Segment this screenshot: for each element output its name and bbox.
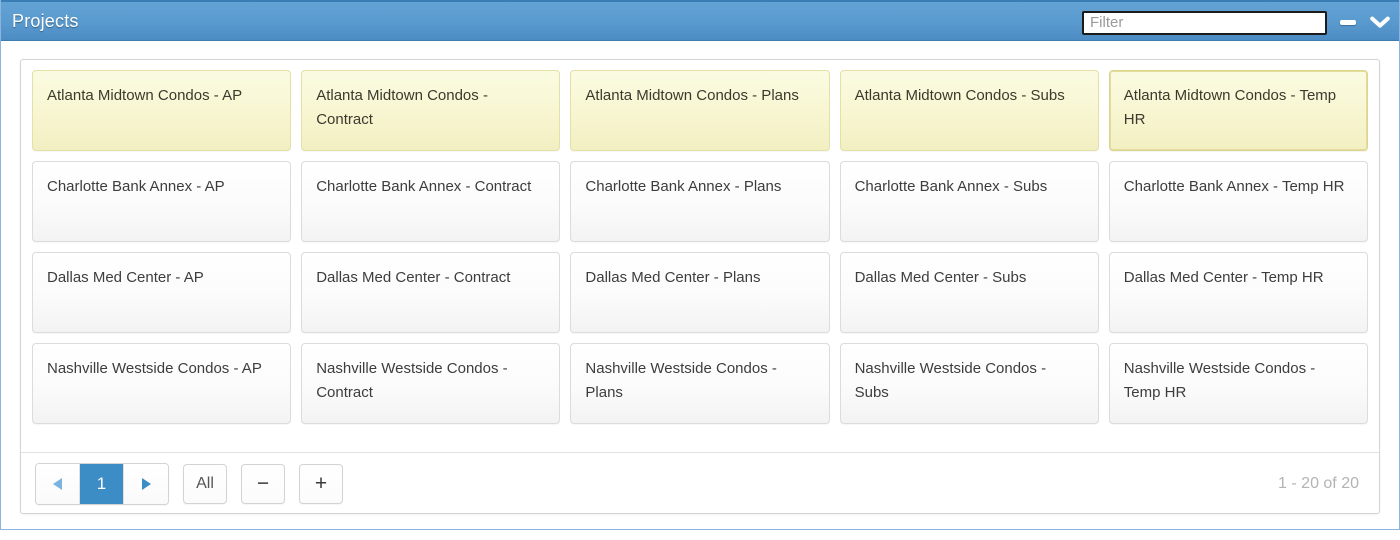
collapse-button[interactable] — [1369, 11, 1391, 35]
project-card[interactable]: Dallas Med Center - AP — [32, 252, 292, 333]
project-card-label: Dallas Med Center - Temp HR — [1123, 269, 1324, 286]
pager-toolbar: 1 All − + 1 - 20 of 20 — [21, 453, 1379, 514]
title-bar: Projects — [1, 0, 1399, 41]
triangle-right-icon — [141, 477, 151, 490]
project-card[interactable]: Nashville Westside Condos - AP — [32, 343, 292, 424]
page-title: Projects — [12, 10, 79, 31]
project-card-label: Nashville Westside Condos - AP — [47, 360, 262, 377]
project-card[interactable]: Charlotte Bank Annex - AP — [32, 161, 292, 242]
project-card[interactable]: Atlanta Midtown Condos - AP — [32, 70, 292, 151]
chevron-down-icon — [1370, 16, 1390, 28]
projects-window-root: Projects Atlanta Midtown Condos - APAtla… — [0, 0, 1400, 540]
project-card[interactable]: Dallas Med Center - Contract — [301, 252, 561, 333]
project-card-label: Charlotte Bank Annex - Plans — [585, 178, 782, 195]
project-card[interactable]: Nashville Westside Condos - Temp HR — [1108, 343, 1368, 424]
project-card-label: Atlanta Midtown Condos - AP — [47, 87, 243, 104]
project-card[interactable]: Dallas Med Center - Temp HR — [1108, 252, 1368, 333]
project-card-label: Charlotte Bank Annex - AP — [47, 178, 225, 195]
projects-panel: Projects Atlanta Midtown Condos - APAtla… — [0, 0, 1400, 530]
title-bar-controls — [1082, 2, 1391, 43]
project-card[interactable]: Atlanta Midtown Condos - Temp HR — [1108, 70, 1368, 151]
page-navigation-group: 1 — [35, 462, 169, 505]
project-card[interactable]: Nashville Westside Condos - Plans — [570, 343, 830, 424]
project-card-label: Nashville Westside Condos - Temp HR — [1123, 360, 1316, 402]
project-card[interactable]: Atlanta Midtown Condos - Plans — [570, 70, 830, 151]
project-card[interactable]: Charlotte Bank Annex - Subs — [839, 161, 1099, 242]
project-card-label: Dallas Med Center - Contract — [316, 269, 511, 286]
project-card[interactable]: Nashville Westside Condos - Subs — [839, 343, 1099, 424]
project-card-label: Dallas Med Center - Subs — [854, 269, 1027, 286]
minimize-button[interactable] — [1337, 11, 1359, 35]
project-card-label: Atlanta Midtown Condos - Contract — [316, 87, 488, 129]
project-card-label: Dallas Med Center - Plans — [585, 269, 761, 286]
project-card-label: Charlotte Bank Annex - Temp HR — [1123, 178, 1345, 195]
panel-body: Atlanta Midtown Condos - AP Atlanta Midto… — [1, 41, 1399, 529]
project-card-label: Dallas Med Center - AP — [47, 269, 204, 286]
project-card-label: Charlotte Bank Annex - Contract — [316, 178, 532, 195]
project-card[interactable]: Charlotte Bank Annex - Contract — [301, 161, 561, 242]
project-card[interactable]: Nashville Westside Condos - Contract — [301, 343, 561, 424]
triangle-left-icon — [53, 477, 62, 490]
page-number-button[interactable]: 1 — [80, 463, 124, 504]
project-card[interactable]: Charlotte Bank Annex - Plans — [570, 161, 830, 242]
increase-page-size-button[interactable]: + — [299, 463, 343, 504]
next-page-button[interactable] — [124, 463, 168, 504]
project-card-label: Atlanta Midtown Condos - Subs — [854, 87, 1065, 104]
project-card-label: Nashville Westside Condos - Subs — [854, 360, 1047, 402]
project-card-grid: Atlanta Midtown Condos - AP Atlanta Midto… — [21, 60, 1379, 424]
project-card[interactable]: Dallas Med Center - Plans — [570, 252, 830, 333]
prev-page-button[interactable] — [36, 463, 80, 504]
project-card-label: Charlotte Bank Annex - Subs — [854, 178, 1048, 195]
project-card[interactable]: Atlanta Midtown Condos - Subs — [839, 70, 1099, 151]
content-frame: Atlanta Midtown Condos - AP Atlanta Midto… — [20, 59, 1380, 514]
project-card-label: Nashville Westside Condos - Contract — [316, 360, 508, 402]
minus-icon — [1340, 20, 1356, 25]
decrease-page-size-button[interactable]: − — [241, 463, 285, 504]
project-card-label: Atlanta Midtown Condos - Plans — [585, 87, 799, 104]
filter-input[interactable] — [1082, 10, 1327, 35]
project-card-label: Atlanta Midtown Condos - Temp HR — [1123, 87, 1337, 129]
project-card-label: Nashville Westside Condos - Plans — [585, 360, 777, 402]
project-card[interactable]: Dallas Med Center - Subs — [839, 252, 1099, 333]
project-card[interactable]: Atlanta Midtown Condos - Contract — [301, 70, 561, 151]
record-count-status: 1 - 20 of 20 — [1278, 474, 1359, 492]
show-all-button[interactable]: All — [183, 463, 227, 504]
project-card[interactable]: Charlotte Bank Annex - Temp HR — [1108, 161, 1368, 242]
